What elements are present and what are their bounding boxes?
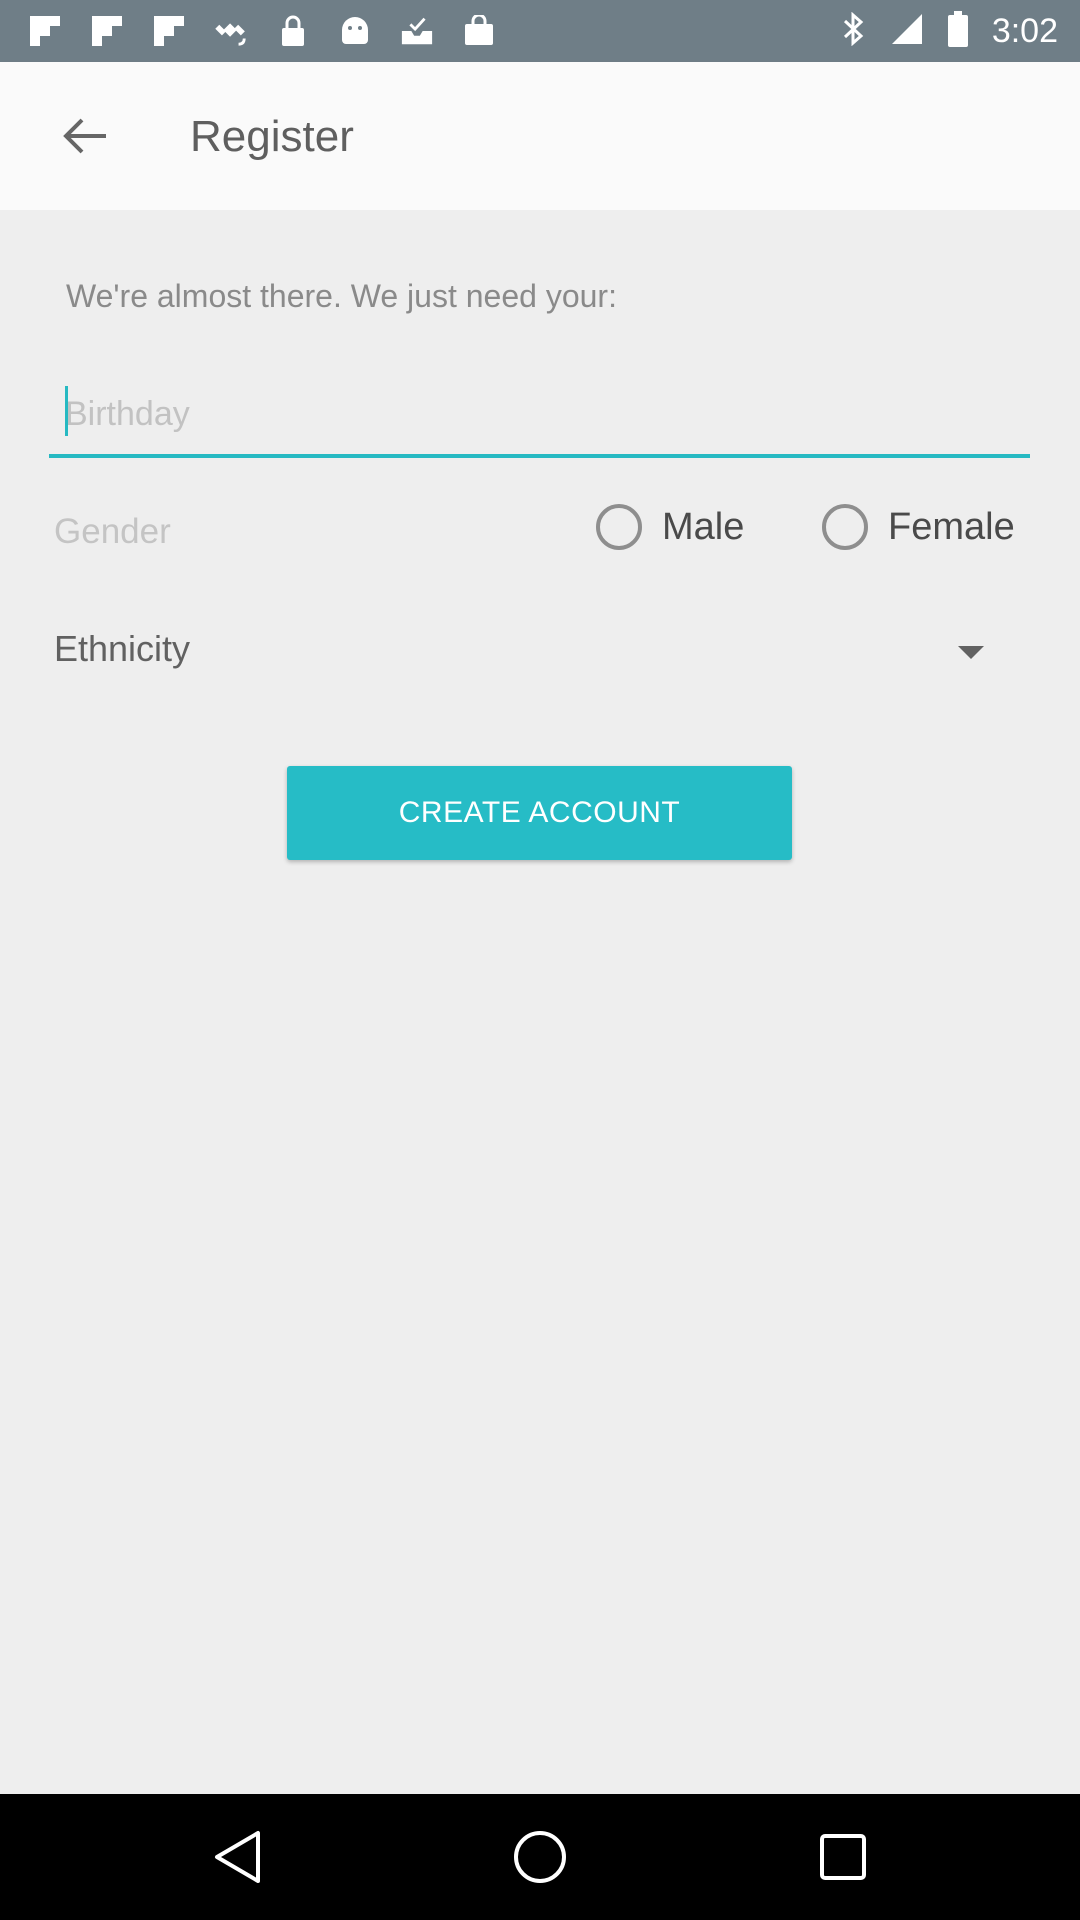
recents-square-icon bbox=[820, 1834, 866, 1880]
gender-radio-male[interactable]: Male bbox=[596, 504, 744, 550]
notification-icons bbox=[28, 12, 496, 50]
gender-radio-female[interactable]: Female bbox=[822, 504, 1015, 550]
flipboard-icon bbox=[28, 12, 62, 50]
radio-circle-icon[interactable] bbox=[822, 504, 868, 550]
text-cursor bbox=[65, 386, 68, 436]
home-circle-icon bbox=[514, 1831, 566, 1883]
birthday-input[interactable] bbox=[65, 384, 1005, 444]
signal-icon bbox=[890, 12, 924, 51]
create-account-button[interactable]: CREATE ACCOUNT bbox=[287, 766, 792, 860]
nav-home-button[interactable] bbox=[507, 1824, 573, 1890]
ethnicity-selected-value: Ethnicity bbox=[54, 628, 191, 669]
shopping-bag-icon bbox=[462, 12, 496, 50]
lock-icon bbox=[276, 12, 310, 50]
intro-text: We're almost there. We just need your: bbox=[66, 278, 617, 314]
radio-circle-icon[interactable] bbox=[596, 504, 642, 550]
bluetooth-icon bbox=[842, 11, 866, 51]
status-right: 3:02 bbox=[842, 0, 1058, 62]
dropdown-arrow-icon bbox=[958, 646, 984, 659]
system-nav-bar bbox=[0, 1794, 1080, 1920]
inbox-check-icon bbox=[400, 12, 434, 50]
flipboard-icon bbox=[90, 12, 124, 50]
flipboard-icon bbox=[152, 12, 186, 50]
android-icon bbox=[338, 12, 372, 50]
nav-back-button[interactable] bbox=[204, 1824, 270, 1890]
gender-option-label: Male bbox=[662, 505, 745, 548]
birthday-field[interactable] bbox=[49, 380, 1030, 458]
fake-gps-icon bbox=[214, 12, 248, 50]
battery-icon bbox=[947, 10, 968, 52]
status-bar: 3:02 bbox=[0, 0, 1080, 62]
app-bar: Register bbox=[0, 62, 1080, 210]
register-form: We're almost there. We just need your: G… bbox=[0, 210, 1080, 1794]
arrow-left-icon bbox=[63, 118, 106, 154]
gender-label: Gender bbox=[54, 512, 171, 551]
gender-option-label: Female bbox=[888, 505, 1015, 548]
back-triangle-icon bbox=[215, 1831, 260, 1883]
ethnicity-dropdown[interactable]: Ethnicity bbox=[40, 610, 1030, 690]
nav-recents-button[interactable] bbox=[810, 1824, 876, 1890]
back-button[interactable] bbox=[50, 106, 118, 166]
page-title: Register bbox=[190, 112, 354, 161]
status-time: 3:02 bbox=[991, 11, 1058, 50]
